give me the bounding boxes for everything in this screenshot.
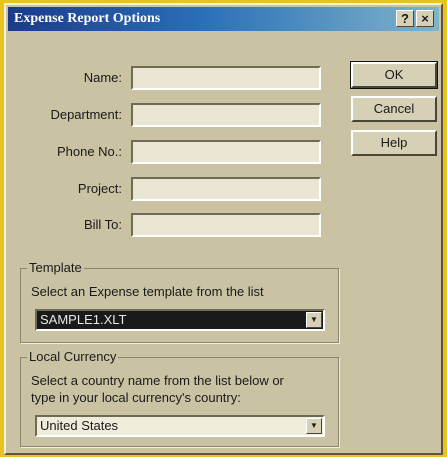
- help-question-button[interactable]: ?: [396, 10, 414, 27]
- bill-to-field[interactable]: [131, 213, 321, 237]
- phone-field[interactable]: [131, 140, 321, 164]
- name-label: Name:: [83, 70, 122, 85]
- project-field[interactable]: [131, 177, 321, 201]
- ok-button[interactable]: OK: [350, 61, 438, 89]
- currency-instruction-line1: Select a country name from the list belo…: [31, 373, 284, 388]
- project-row: Project:: [6, 177, 336, 203]
- title-bar[interactable]: Expense Report Options ? ×: [8, 7, 439, 31]
- template-select[interactable]: SAMPLE1.XLT ▼: [35, 309, 325, 331]
- phone-label: Phone No.:: [56, 144, 122, 159]
- template-group-label: Template: [27, 260, 84, 275]
- expense-report-options-dialog: Expense Report Options ? × Name: Departm…: [4, 3, 443, 455]
- local-currency-group: Local Currency Select a country name fro…: [20, 349, 339, 447]
- currency-select[interactable]: United States ▼: [35, 415, 325, 437]
- bill-to-label: Bill To:: [83, 217, 122, 232]
- department-row: Department:: [6, 103, 336, 129]
- template-group: Template Select an Expense template from…: [20, 260, 339, 343]
- dialog-title: Expense Report Options: [14, 11, 161, 26]
- template-selected-value: SAMPLE1.XLT: [40, 312, 127, 327]
- bill-to-row: Bill To:: [6, 213, 336, 239]
- chevron-down-icon[interactable]: ▼: [306, 418, 322, 434]
- name-row: Name:: [6, 66, 336, 92]
- phone-row: Phone No.:: [6, 140, 336, 166]
- chevron-down-icon[interactable]: ▼: [306, 312, 322, 328]
- template-instruction: Select an Expense template from the list: [31, 284, 264, 299]
- department-label: Department:: [50, 107, 122, 122]
- currency-selected-value: United States: [40, 418, 119, 433]
- name-field[interactable]: [131, 66, 321, 90]
- department-field[interactable]: [131, 103, 321, 127]
- currency-instruction-line2: type in your local currency's country:: [31, 390, 241, 405]
- help-button[interactable]: Help: [351, 130, 437, 156]
- close-button[interactable]: ×: [416, 10, 434, 27]
- local-currency-group-label: Local Currency: [27, 349, 119, 364]
- cancel-button[interactable]: Cancel: [351, 96, 437, 122]
- project-label: Project:: [77, 181, 122, 196]
